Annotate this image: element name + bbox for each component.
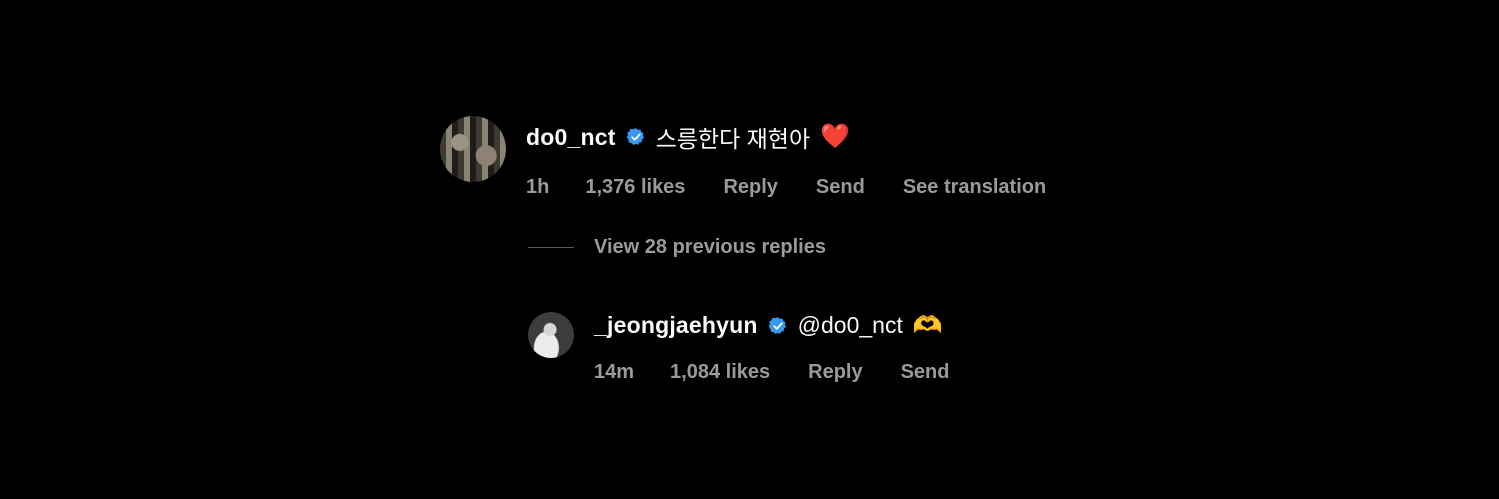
username[interactable]: _jeongjaehyun — [594, 312, 758, 339]
reply-button[interactable]: Reply — [723, 176, 777, 199]
main-comment: do0_nct 스릉한다 재현아 ❤️ 1h 1,376 likes Reply… — [440, 116, 1084, 199]
comment-body: do0_nct 스릉한다 재현아 ❤️ 1h 1,376 likes Reply… — [526, 116, 1084, 199]
reply-button[interactable]: Reply — [808, 361, 862, 384]
verified-badge-icon — [768, 316, 786, 334]
divider-line — [528, 247, 574, 248]
likes-count[interactable]: 1,084 likes — [670, 361, 770, 384]
reply-comment: _jeongjaehyun @do0_nct 🫶 14m 1,084 likes… — [528, 312, 988, 384]
comment-meta: 14m 1,084 likes Reply Send — [594, 361, 988, 384]
avatar[interactable] — [528, 312, 574, 358]
view-replies-label: View 28 previous replies — [594, 236, 826, 258]
avatar[interactable] — [440, 116, 506, 182]
heart-emoji: ❤️ — [820, 123, 850, 150]
comment-line: _jeongjaehyun @do0_nct 🫶 — [594, 312, 988, 339]
comment-line: do0_nct 스릉한다 재현아 ❤️ — [526, 120, 1084, 154]
comment-meta: 1h 1,376 likes Reply Send See translatio… — [526, 176, 1084, 199]
timestamp: 14m — [594, 361, 635, 383]
view-previous-replies-button[interactable]: View 28 previous replies — [528, 236, 826, 259]
verified-badge-icon — [626, 128, 644, 145]
timestamp: 1h — [526, 176, 550, 198]
see-translation-button[interactable]: See translation — [903, 176, 1046, 199]
likes-count[interactable]: 1,376 likes — [585, 176, 685, 199]
heart-hands-emoji: 🫶 — [912, 311, 943, 339]
mention-link[interactable]: @do0_nct — [798, 312, 903, 339]
username[interactable]: do0_nct — [526, 124, 616, 151]
send-button[interactable]: Send — [901, 361, 950, 384]
send-button[interactable]: Send — [816, 176, 865, 199]
comment-text: 스릉한다 재현아 — [655, 126, 811, 152]
comment-body: _jeongjaehyun @do0_nct 🫶 14m 1,084 likes… — [594, 312, 988, 384]
